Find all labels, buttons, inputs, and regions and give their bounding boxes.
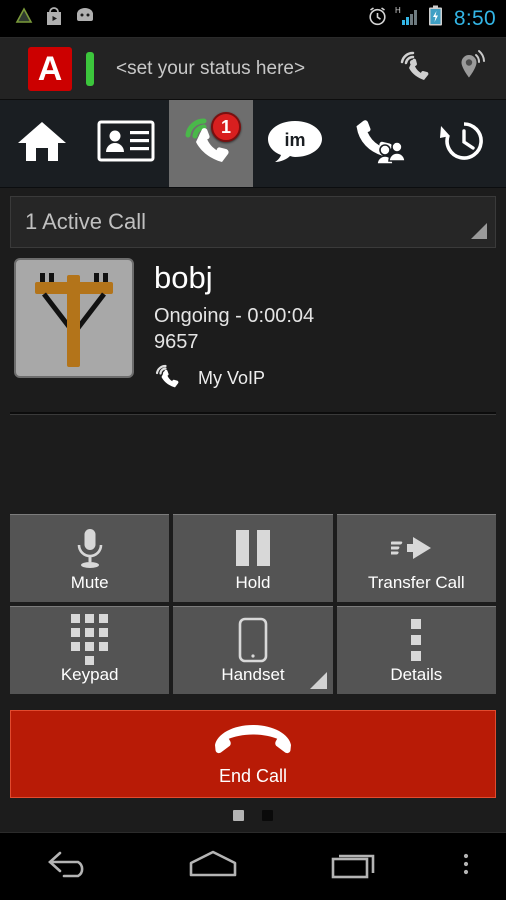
caller-name: bobj [154, 260, 213, 295]
transfer-call-label: Transfer Call [367, 572, 465, 592]
battery-charging-icon [428, 5, 443, 32]
app-header: A <set your status here> [0, 38, 506, 100]
im-chat-bubble-icon: im [265, 118, 325, 169]
tab-home[interactable] [0, 100, 84, 187]
tab-conference[interactable] [337, 100, 421, 187]
nav-back-button[interactable] [0, 847, 142, 886]
expand-corner-icon [471, 223, 487, 239]
end-call-area: End Call [10, 710, 496, 821]
caller-number: 9657 [154, 330, 199, 353]
header-action-icons [398, 49, 492, 88]
details-button[interactable]: Details [336, 606, 496, 694]
pause-icon [235, 525, 270, 571]
call-list-divider [10, 411, 496, 415]
home-icon [15, 116, 69, 171]
recents-icon [329, 847, 381, 886]
android-robot-icon [74, 7, 96, 30]
active-call-section-header[interactable]: 1 Active Call [10, 196, 496, 248]
call-account-row: My VoIP [154, 363, 314, 394]
end-call-label: End Call [218, 766, 288, 786]
voip-handset-icon [154, 363, 184, 394]
back-arrow-icon [44, 847, 98, 886]
signal-h-icon: H [395, 5, 421, 32]
nav-home-button[interactable] [142, 847, 284, 886]
hold-label: Hold [235, 572, 271, 592]
handset-options-corner-icon[interactable] [309, 672, 327, 689]
call-details: bobj Ongoing - 0:00:04 9657 My VoIP [154, 258, 314, 394]
page-dot-active[interactable] [233, 810, 244, 821]
home-pentagon-icon [185, 847, 241, 886]
contact-card-icon [97, 119, 155, 168]
active-call-section: 1 Active Call [0, 188, 506, 248]
overflow-dots-icon [411, 617, 422, 663]
status-bar-clock: 8:50 [453, 6, 496, 30]
keypad-button[interactable]: Keypad [10, 606, 170, 694]
nav-recents-button[interactable] [284, 847, 426, 886]
dialpad-icon [71, 614, 109, 665]
alarm-clock-icon [367, 6, 388, 32]
tab-im[interactable]: im [253, 100, 337, 187]
nav-menu-button[interactable] [426, 847, 506, 886]
call-history-clock-icon [437, 116, 491, 171]
status-bar-system-icons: H 8:50 [367, 5, 496, 32]
tab-contacts[interactable] [84, 100, 168, 187]
tab-active-calls[interactable]: 1 [168, 100, 253, 187]
call-status: Ongoing - 0:00:04 [154, 304, 315, 327]
status-bar-notification-icons [14, 6, 96, 31]
svg-text:H: H [395, 6, 401, 15]
call-row[interactable]: bobj Ongoing - 0:00:04 9657 My VoIP [0, 248, 506, 394]
keypad-label: Keypad [60, 664, 119, 684]
end-call-button[interactable]: End Call [10, 710, 496, 798]
transfer-arrow-icon [391, 525, 441, 571]
location-pin-signal-icon[interactable] [456, 49, 492, 88]
overflow-dots-icon [460, 847, 472, 886]
mute-label: Mute [70, 572, 109, 592]
conference-call-icon [350, 116, 408, 171]
main-tab-bar: 1 im [0, 100, 506, 188]
page-indicator [10, 810, 496, 821]
presence-indicator [86, 51, 94, 86]
telephone-pole-avatar [14, 258, 134, 378]
svg-text:im: im [285, 130, 306, 150]
hold-button[interactable]: Hold [173, 514, 333, 602]
android-nav-bar [0, 832, 506, 900]
details-label: Details [390, 664, 443, 684]
voip-handset-icon[interactable] [398, 49, 438, 88]
call-account-name: My VoIP [198, 367, 266, 388]
call-controls-row-1: Mute Hold Transfer Call [10, 514, 496, 602]
android-status-bar: H 8:50 [0, 0, 506, 38]
transfer-call-button[interactable]: Transfer Call [336, 514, 496, 602]
tab-history[interactable] [422, 100, 506, 187]
handset-device-icon [237, 617, 269, 663]
handset-label: Handset [221, 664, 285, 684]
active-call-badge: 1 [210, 112, 241, 142]
status-message[interactable]: <set your status here> [116, 58, 305, 80]
mute-button[interactable]: Mute [10, 514, 170, 602]
call-controls-grid: Mute Hold Transfer Call Keypad Handset D… [10, 514, 496, 698]
phone-screen: H 8:50 A <set your status here> 1 im 1 A… [0, 0, 506, 900]
notification-triangle-icon [14, 6, 34, 31]
app-logo: A [28, 46, 72, 91]
call-controls-row-2: Keypad Handset Details [10, 606, 496, 694]
page-dot-inactive[interactable] [262, 810, 273, 821]
microphone-icon [70, 525, 110, 571]
section-title: 1 Active Call [25, 209, 147, 234]
play-store-icon [45, 6, 63, 31]
app-logo-letter: A [37, 49, 63, 88]
handset-button[interactable]: Handset [173, 606, 333, 694]
hangup-handset-icon [209, 721, 297, 762]
